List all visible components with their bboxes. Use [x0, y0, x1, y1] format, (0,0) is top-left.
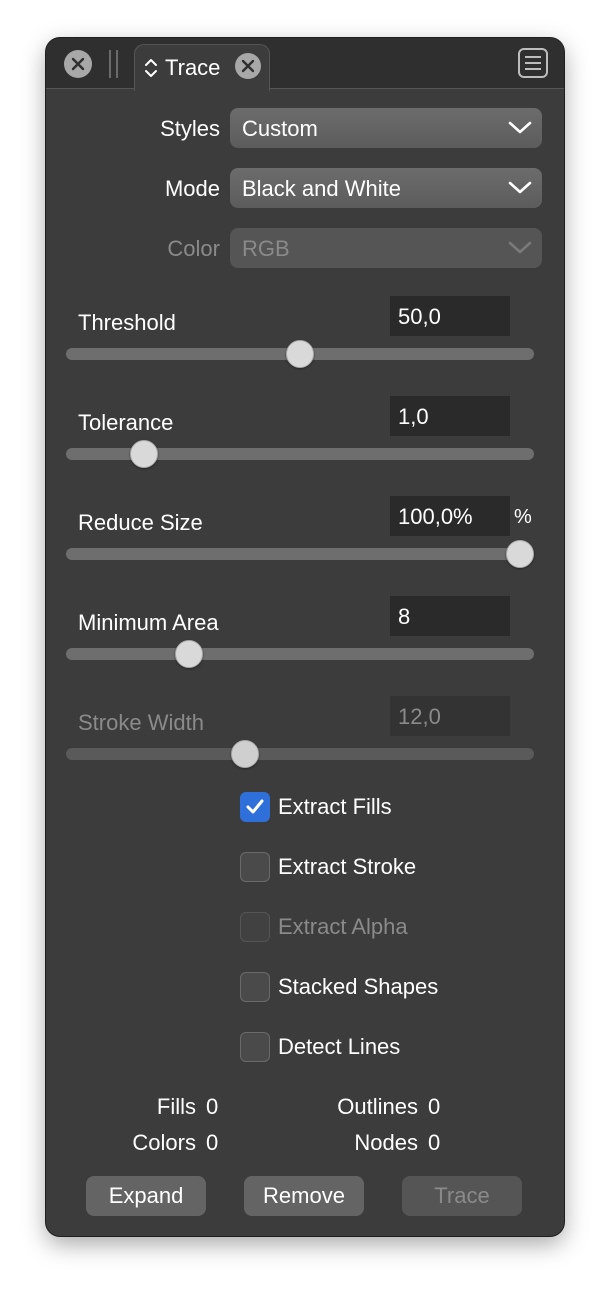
tolerance-slider-knob[interactable]: [130, 440, 159, 468]
tab-trace[interactable]: Trace: [134, 44, 270, 91]
tolerance-field[interactable]: 1,0: [390, 396, 510, 436]
stroke-width-slider: [66, 740, 534, 768]
mode-label: Mode: [164, 176, 220, 201]
colors-stat-label: Colors: [132, 1130, 196, 1155]
threshold-field[interactable]: 50,0: [390, 296, 510, 336]
nodes-stat-label: Nodes: [354, 1130, 418, 1155]
fills-stat-label: Fills: [156, 1094, 196, 1119]
threshold-slider-knob[interactable]: [286, 340, 314, 368]
threshold-value: 50,0: [398, 304, 441, 329]
panel-menu-icon[interactable]: [518, 48, 548, 78]
color-dropdown: RGB: [230, 228, 542, 268]
colors-stat-value: 0: [206, 1130, 219, 1155]
chevron-down-icon: [508, 181, 532, 194]
stroke-width-label: Stroke Width: [78, 710, 204, 735]
trace-button: Trace: [402, 1176, 522, 1216]
chevron-updown-icon: [145, 59, 157, 77]
outlines-stat-value: 0: [428, 1094, 441, 1119]
minimum-area-field[interactable]: 8: [390, 596, 510, 636]
stacked-shapes-checkbox[interactable]: [240, 972, 270, 1002]
chevron-down-icon: [508, 121, 532, 134]
mode-dropdown[interactable]: Black and White: [230, 168, 542, 208]
minimum-area-slider-knob[interactable]: [175, 640, 204, 668]
reduce-size-unit: %: [514, 506, 532, 528]
stroke-width-slider-knob: [230, 740, 259, 768]
threshold-label: Threshold: [78, 310, 176, 335]
extract-fills-label: Extract Fills: [278, 794, 392, 819]
minimum-area-slider[interactable]: [66, 640, 534, 668]
nodes-stat-value: 0: [428, 1130, 441, 1155]
tab-title: Trace: [165, 55, 221, 80]
chevron-down-icon: [508, 241, 532, 254]
reduce-size-slider-knob[interactable]: [506, 540, 534, 568]
tolerance-slider[interactable]: [66, 440, 534, 468]
minimum-area-value: 8: [398, 604, 411, 629]
color-label: Color: [167, 236, 220, 261]
extract-stroke-label: Extract Stroke: [278, 854, 417, 879]
detect-lines-label: Detect Lines: [278, 1034, 401, 1059]
drag-grip-icon[interactable]: [109, 50, 119, 78]
remove-button[interactable]: Remove: [244, 1176, 364, 1216]
styles-value: Custom: [242, 116, 318, 141]
expand-button[interactable]: Expand: [86, 1176, 206, 1216]
trace-panel: Trace Styles Custom Mode Black and White…: [46, 38, 564, 1236]
stroke-width-value: 12,0: [398, 704, 441, 729]
minimum-area-label: Minimum Area: [78, 610, 219, 635]
checkmark-icon: [246, 799, 264, 814]
threshold-slider[interactable]: [66, 340, 534, 368]
tab-bar: Trace: [46, 38, 564, 91]
extract-alpha-checkbox: [240, 912, 270, 942]
styles-dropdown[interactable]: Custom: [230, 108, 542, 148]
tolerance-label: Tolerance: [78, 410, 174, 435]
extract-fills-checkbox[interactable]: [240, 792, 270, 822]
reduce-size-label: Reduce Size: [78, 510, 203, 535]
stacked-shapes-label: Stacked Shapes: [278, 974, 439, 999]
color-value: RGB: [242, 236, 290, 261]
reduce-size-field[interactable]: 100,0%: [390, 496, 510, 536]
fills-stat-value: 0: [206, 1094, 219, 1119]
tolerance-value: 1,0: [398, 404, 429, 429]
close-panel-icon[interactable]: [64, 50, 92, 78]
close-tab-icon[interactable]: [235, 53, 261, 79]
outlines-stat-label: Outlines: [337, 1094, 418, 1119]
stroke-width-field: 12,0: [390, 696, 510, 736]
detect-lines-checkbox[interactable]: [240, 1032, 270, 1062]
reduce-size-slider[interactable]: [66, 540, 534, 568]
mode-value: Black and White: [242, 176, 401, 201]
styles-label: Styles: [160, 116, 220, 141]
extract-alpha-label: Extract Alpha: [278, 914, 408, 939]
reduce-size-value: 100,0%: [398, 504, 473, 529]
extract-stroke-checkbox[interactable]: [240, 852, 270, 882]
